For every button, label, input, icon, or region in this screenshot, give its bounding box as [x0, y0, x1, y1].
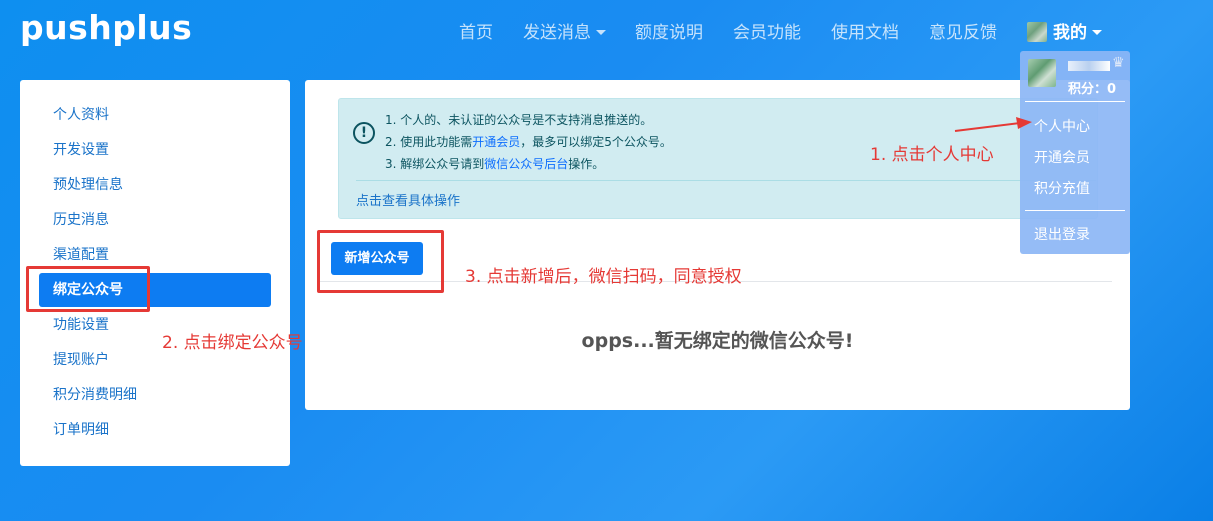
nav-quota[interactable]: 额度说明	[635, 18, 703, 43]
chevron-down-icon	[1092, 30, 1102, 35]
notice-line-3-prefix: 3. 解绑公众号请到	[385, 157, 485, 171]
nav-feedback[interactable]: 意见反馈	[929, 18, 997, 43]
notice-line-2-prefix: 2. 使用此功能需	[385, 135, 473, 149]
sidebar-item-orders[interactable]: 订单明细	[39, 413, 271, 447]
points-label: 积分：0	[1068, 82, 1117, 97]
chevron-down-icon	[596, 30, 606, 35]
nav-user-menu[interactable]: 我的	[1027, 18, 1102, 43]
annotation-step-2: 2. 点击绑定公众号	[162, 333, 303, 353]
view-details-link[interactable]: 点击查看具体操作	[356, 190, 460, 209]
menu-divider	[1025, 101, 1125, 102]
avatar	[1027, 22, 1047, 42]
menu-item-membership[interactable]: 开通会员	[1034, 147, 1090, 167]
avatar	[1028, 59, 1056, 87]
annotation-box-add-button	[317, 230, 444, 293]
menu-item-logout[interactable]: 退出登录	[1034, 224, 1090, 244]
wechat-backend-link[interactable]: 微信公众号后台	[484, 157, 568, 171]
notice-line-2: 2. 使用此功能需开通会员，最多可以绑定5个公众号。	[385, 133, 672, 150]
annotation-step-1: 1. 点击个人中心	[870, 145, 994, 165]
menu-item-points-recharge[interactable]: 积分充值	[1034, 178, 1090, 198]
sidebar-item-dev-settings[interactable]: 开发设置	[39, 133, 271, 167]
user-dropdown-menu: ♛ 积分：0 个人中心 开通会员 积分充值 退出登录	[1020, 51, 1130, 254]
notice-line-3-suffix: 操作。	[568, 157, 605, 171]
notice-line-3: 3. 解绑公众号请到微信公众号后台操作。	[385, 155, 604, 172]
username-blurred	[1068, 61, 1110, 71]
nav-send-message[interactable]: 发送消息	[523, 18, 606, 43]
sidebar-item-points-detail[interactable]: 积分消费明细	[39, 378, 271, 412]
crown-icon: ♛	[1112, 55, 1125, 71]
sidebar-item-history[interactable]: 历史消息	[39, 203, 271, 237]
empty-state-message: opps...暂无绑定的微信公众号!	[581, 330, 854, 352]
sidebar-item-profile[interactable]: 个人资料	[39, 98, 271, 132]
menu-divider	[1025, 210, 1125, 211]
annotation-box-sidebar	[26, 266, 150, 312]
nav-home[interactable]: 首页	[459, 18, 493, 43]
open-membership-link[interactable]: 开通会员	[472, 135, 520, 149]
notice-line-1: 1. 个人的、未认证的公众号是不支持消息推送的。	[385, 113, 653, 127]
annotation-step-3: 3. 点击新增后，微信扫码，同意授权	[465, 267, 742, 287]
nav-docs[interactable]: 使用文档	[831, 18, 899, 43]
exclamation-circle-icon: !	[353, 122, 375, 144]
menu-item-personal-center[interactable]: 个人中心	[1034, 116, 1090, 136]
top-navbar: pushplus 首页 发送消息 额度说明 会员功能 使用文档 意见反馈 我的	[0, 0, 1213, 58]
alert-divider	[356, 180, 1096, 181]
nav-membership[interactable]: 会员功能	[733, 18, 801, 43]
brand-logo[interactable]: pushplus	[20, 8, 192, 47]
sidebar-item-preprocess[interactable]: 预处理信息	[39, 168, 271, 202]
notice-line-2-suffix: ，最多可以绑定5个公众号。	[520, 135, 672, 149]
